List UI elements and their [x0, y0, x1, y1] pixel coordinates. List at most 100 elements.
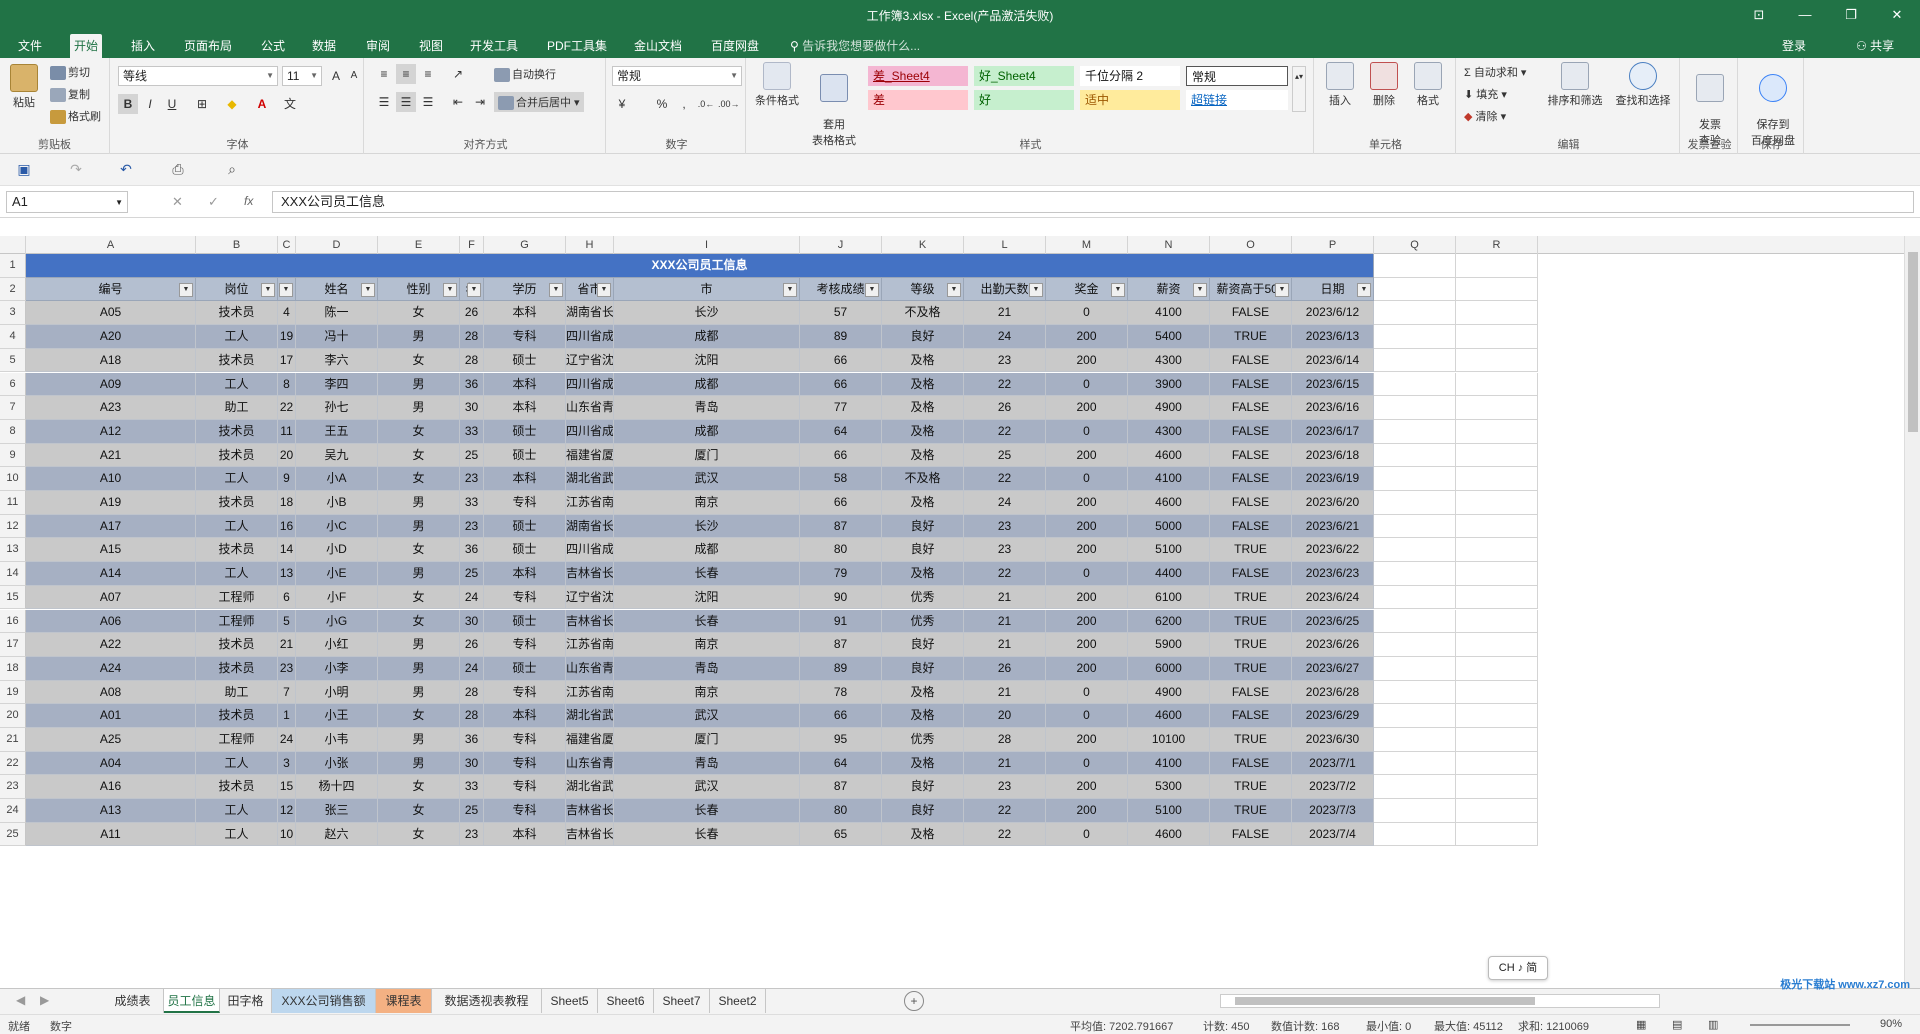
- row-header[interactable]: 3: [0, 301, 26, 326]
- zoom-preview-icon[interactable]: ⌕: [222, 161, 242, 179]
- table-cell[interactable]: A01: [26, 704, 196, 728]
- table-cell[interactable]: FALSE: [1210, 514, 1292, 539]
- empty-cell[interactable]: [1374, 751, 1456, 776]
- table-cell[interactable]: 硕士: [484, 609, 566, 634]
- table-cell[interactable]: A05: [26, 301, 196, 326]
- table-cell[interactable]: A23: [26, 396, 196, 420]
- table-cell[interactable]: 女: [378, 467, 460, 491]
- table-cell[interactable]: TRUE: [1210, 728, 1292, 752]
- table-cell[interactable]: 30: [460, 751, 484, 776]
- table-cell[interactable]: 66: [800, 372, 882, 397]
- table-cell[interactable]: 25: [460, 562, 484, 586]
- table-cell[interactable]: A11: [26, 822, 196, 847]
- find-select-button[interactable]: 查找和选择: [1610, 62, 1676, 108]
- empty-cell[interactable]: [1374, 633, 1456, 657]
- table-cell[interactable]: 0: [1046, 562, 1128, 586]
- style-good-sheet4[interactable]: 好_Sheet4: [974, 66, 1074, 86]
- table-cell[interactable]: 22: [964, 799, 1046, 823]
- table-cell[interactable]: 66: [800, 491, 882, 515]
- table-cell[interactable]: 36: [460, 372, 484, 397]
- table-cell[interactable]: 男: [378, 562, 460, 586]
- table-cell[interactable]: 青岛: [614, 396, 800, 420]
- table-cell[interactable]: 23: [278, 656, 296, 681]
- table-cell[interactable]: 南京: [614, 633, 800, 657]
- table-cell[interactable]: 2023/6/12: [1292, 301, 1374, 326]
- table-cell[interactable]: A20: [26, 325, 196, 349]
- empty-cell[interactable]: [1374, 704, 1456, 728]
- table-cell[interactable]: 成都: [614, 538, 800, 563]
- table-cell[interactable]: 4100: [1128, 751, 1210, 776]
- empty-cell[interactable]: [1374, 538, 1456, 563]
- table-cell[interactable]: 0: [1046, 822, 1128, 847]
- table-cell[interactable]: 21: [964, 751, 1046, 776]
- empty-cell[interactable]: [1374, 491, 1456, 515]
- table-cell[interactable]: 本科: [484, 396, 566, 420]
- table-cell[interactable]: 专科: [484, 585, 566, 610]
- table-cell[interactable]: 四川省成都市: [566, 325, 614, 349]
- ime-indicator[interactable]: CH ♪ 简: [1488, 956, 1548, 980]
- table-cell[interactable]: 青岛: [614, 656, 800, 681]
- table-cell[interactable]: FALSE: [1210, 419, 1292, 444]
- table-cell[interactable]: 5100: [1128, 799, 1210, 823]
- table-cell[interactable]: 小张: [296, 751, 378, 776]
- table-cell[interactable]: 优秀: [882, 609, 964, 634]
- comma-button[interactable]: ,: [674, 94, 694, 114]
- table-cell[interactable]: 2023/7/3: [1292, 799, 1374, 823]
- table-cell[interactable]: A18: [26, 348, 196, 373]
- table-cell[interactable]: 1: [278, 704, 296, 728]
- column-header-cell[interactable]: 市 ▼: [614, 277, 800, 302]
- column-header[interactable]: B: [196, 236, 278, 254]
- table-cell[interactable]: A10: [26, 467, 196, 491]
- table-cell[interactable]: A04: [26, 751, 196, 776]
- table-cell[interactable]: 及格: [882, 372, 964, 397]
- table-cell[interactable]: 66: [800, 348, 882, 373]
- column-header-cell[interactable]: 岗位 ▼: [196, 277, 278, 302]
- table-cell[interactable]: 5400: [1128, 325, 1210, 349]
- table-cell[interactable]: 小D: [296, 538, 378, 563]
- column-header[interactable]: A: [26, 236, 196, 254]
- sheet-tab[interactable]: Sheet5: [542, 989, 598, 1013]
- empty-cell[interactable]: [1374, 277, 1456, 302]
- table-cell[interactable]: 4400: [1128, 562, 1210, 586]
- table-cell[interactable]: 助工: [196, 396, 278, 420]
- fill-button[interactable]: ⬇ 填充 ▾: [1464, 86, 1507, 102]
- decrease-decimal-icon[interactable]: .00→: [718, 94, 740, 114]
- empty-cell[interactable]: [1456, 609, 1538, 634]
- table-cell[interactable]: 22: [278, 396, 296, 420]
- redo-icon[interactable]: ↷: [66, 161, 86, 179]
- table-cell[interactable]: 21: [964, 301, 1046, 326]
- table-cell[interactable]: 90: [800, 585, 882, 610]
- table-cell[interactable]: 南京: [614, 491, 800, 515]
- table-cell[interactable]: 79: [800, 562, 882, 586]
- table-cell[interactable]: 2023/6/30: [1292, 728, 1374, 752]
- table-cell[interactable]: 孙七: [296, 396, 378, 420]
- empty-cell[interactable]: [1374, 443, 1456, 468]
- sheet-tab[interactable]: 员工信息: [164, 989, 220, 1013]
- table-cell[interactable]: 女: [378, 538, 460, 563]
- table-cell[interactable]: 长春: [614, 562, 800, 586]
- row-header[interactable]: 21: [0, 728, 26, 752]
- table-cell[interactable]: 及格: [882, 704, 964, 728]
- filter-dropdown-icon[interactable]: ▼: [361, 282, 375, 297]
- sort-filter-button[interactable]: 排序和筛选: [1542, 62, 1608, 108]
- table-cell[interactable]: FALSE: [1210, 372, 1292, 397]
- save-icon[interactable]: ▣: [14, 161, 34, 179]
- table-cell[interactable]: 硕士: [484, 656, 566, 681]
- table-cell[interactable]: 33: [460, 491, 484, 515]
- table-cell[interactable]: 吉林省长春市: [566, 562, 614, 586]
- table-cell[interactable]: A22: [26, 633, 196, 657]
- empty-cell[interactable]: [1456, 254, 1538, 278]
- table-cell[interactable]: 0: [1046, 301, 1128, 326]
- table-cell[interactable]: 24: [460, 656, 484, 681]
- table-cell[interactable]: 长沙: [614, 301, 800, 326]
- empty-cell[interactable]: [1456, 680, 1538, 705]
- style-hyperlink[interactable]: 超链接: [1186, 90, 1288, 110]
- scroll-left-icon[interactable]: ◀: [16, 993, 25, 1007]
- empty-cell[interactable]: [1456, 585, 1538, 610]
- table-cell[interactable]: 男: [378, 325, 460, 349]
- table-cell[interactable]: 7: [278, 680, 296, 705]
- table-cell[interactable]: 2023/6/29: [1292, 704, 1374, 728]
- table-cell[interactable]: 4: [278, 301, 296, 326]
- table-cell[interactable]: 30: [460, 609, 484, 634]
- column-header[interactable]: N: [1128, 236, 1210, 254]
